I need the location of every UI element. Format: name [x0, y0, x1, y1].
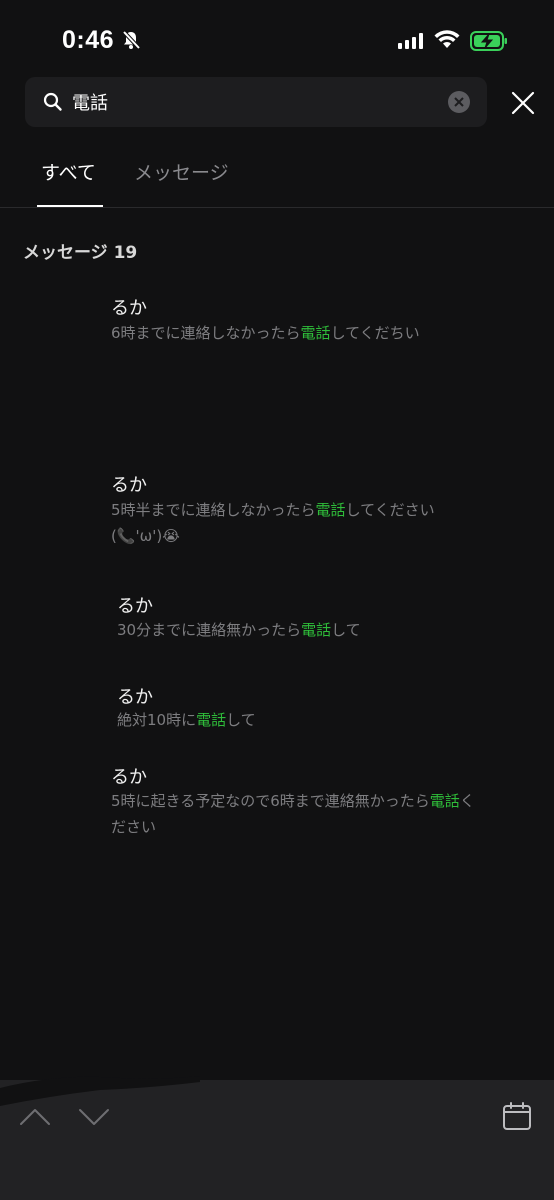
- result-snippet[interactable]: 5時半までに連絡しなかったら電話してください(📞'ω')😭: [111, 497, 471, 549]
- search-highlight: 電話: [315, 501, 346, 519]
- status-time: 0:46: [62, 26, 115, 54]
- result-snippet[interactable]: 5時に起きる予定なので6時まで連絡無かったら電話ください: [111, 788, 476, 840]
- signal-icon: [398, 33, 423, 49]
- search-icon: [43, 92, 62, 111]
- search-highlight: 電話: [300, 324, 331, 342]
- result-sender[interactable]: るか: [111, 471, 147, 497]
- tab-messages[interactable]: メッセージ: [134, 158, 229, 185]
- scribble-mark: [0, 1076, 200, 1106]
- result-snippet[interactable]: 絶対10時に電話して: [117, 707, 497, 733]
- result-sender[interactable]: るか: [117, 683, 153, 709]
- close-icon[interactable]: [510, 90, 536, 116]
- search-highlight: 電話: [301, 621, 332, 639]
- search-input[interactable]: [72, 80, 432, 124]
- chevron-up-icon[interactable]: [18, 1106, 52, 1128]
- tab-all[interactable]: すべて: [41, 158, 96, 185]
- chevron-down-icon[interactable]: [77, 1106, 111, 1128]
- clear-icon[interactable]: [448, 91, 470, 113]
- result-snippet[interactable]: 6時までに連絡しなかったら電話してくだちい: [111, 320, 491, 346]
- result-sender[interactable]: るか: [117, 592, 153, 618]
- wifi-icon: [434, 30, 460, 48]
- status-bar: 0:46: [0, 0, 554, 80]
- result-sender[interactable]: るか: [111, 294, 147, 320]
- bell-slash-icon: [122, 30, 141, 50]
- result-snippet[interactable]: 30分までに連絡無かったら電話して: [117, 617, 497, 643]
- battery-charging-icon: [470, 31, 507, 51]
- search-highlight: 電話: [429, 792, 460, 810]
- section-header: メッセージ 19: [23, 243, 138, 263]
- divider: [0, 207, 554, 208]
- search-highlight: 電話: [196, 711, 227, 729]
- result-sender[interactable]: るか: [111, 763, 147, 789]
- calendar-icon[interactable]: [502, 1101, 532, 1131]
